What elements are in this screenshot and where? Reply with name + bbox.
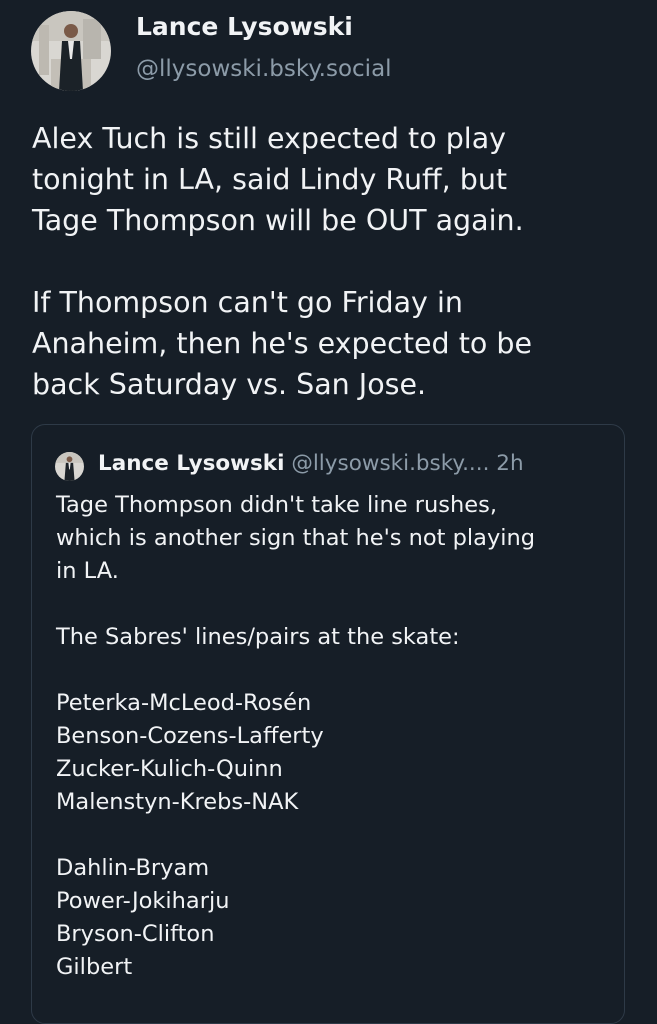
forward-line: Malenstyn-Krebs-NAK	[56, 789, 299, 815]
author-avatar[interactable]	[31, 11, 111, 91]
forward-line: Benson-Cozens-Lafferty	[56, 723, 324, 749]
quoted-post-card[interactable]: Lance Lysowski @llysowski.bsky.... 2h Ta…	[31, 424, 625, 1024]
post: Lance Lysowski @llysowski.bsky.social Al…	[0, 0, 657, 1024]
quoted-author-handle[interactable]: @llysowski.bsky....	[291, 451, 489, 476]
defense-pair: Power-Jokiharju	[56, 888, 230, 914]
forward-line: Peterka-McLeod-Rosén	[56, 690, 312, 716]
forward-line: Zucker-Kulich-Quinn	[56, 756, 283, 782]
quoted-author-avatar-image	[55, 452, 84, 481]
quoted-post-timestamp[interactable]: 2h	[496, 451, 523, 476]
post-line: If Thompson can't go Friday in	[32, 286, 463, 319]
defense-pair: Bryson-Clifton	[56, 921, 215, 947]
quoted-author-name[interactable]: Lance Lysowski	[98, 451, 284, 476]
post-line: Anaheim, then he's expected to be	[32, 327, 533, 360]
quoted-author-avatar[interactable]	[55, 452, 84, 481]
post-line: Alex Tuch is still expected to play	[32, 122, 507, 155]
quoted-line: which is another sign that he's not play…	[56, 525, 536, 551]
post-text: Alex Tuch is still expected to play toni…	[32, 118, 632, 405]
post-line: tonight in LA, said Lindy Ruff, but	[32, 163, 508, 196]
author-name[interactable]: Lance Lysowski	[136, 12, 353, 41]
lines-heading: The Sabres' lines/pairs at the skate:	[56, 624, 460, 650]
post-line: Tage Thompson will be OUT again.	[32, 204, 524, 237]
quoted-line: in LA.	[56, 558, 119, 584]
defense-pair: Gilbert	[56, 954, 133, 980]
author-avatar-image	[31, 11, 111, 91]
defense-pair: Dahlin-Bryam	[56, 855, 210, 881]
quoted-post-text: Tage Thompson didn't take line rushes, w…	[56, 489, 535, 984]
author-handle[interactable]: @llysowski.bsky.social	[136, 56, 392, 82]
quoted-post-header: Lance Lysowski @llysowski.bsky.... 2h	[98, 451, 524, 476]
quoted-line: Tage Thompson didn't take line rushes,	[56, 492, 497, 518]
post-line: back Saturday vs. San Jose.	[32, 368, 427, 401]
